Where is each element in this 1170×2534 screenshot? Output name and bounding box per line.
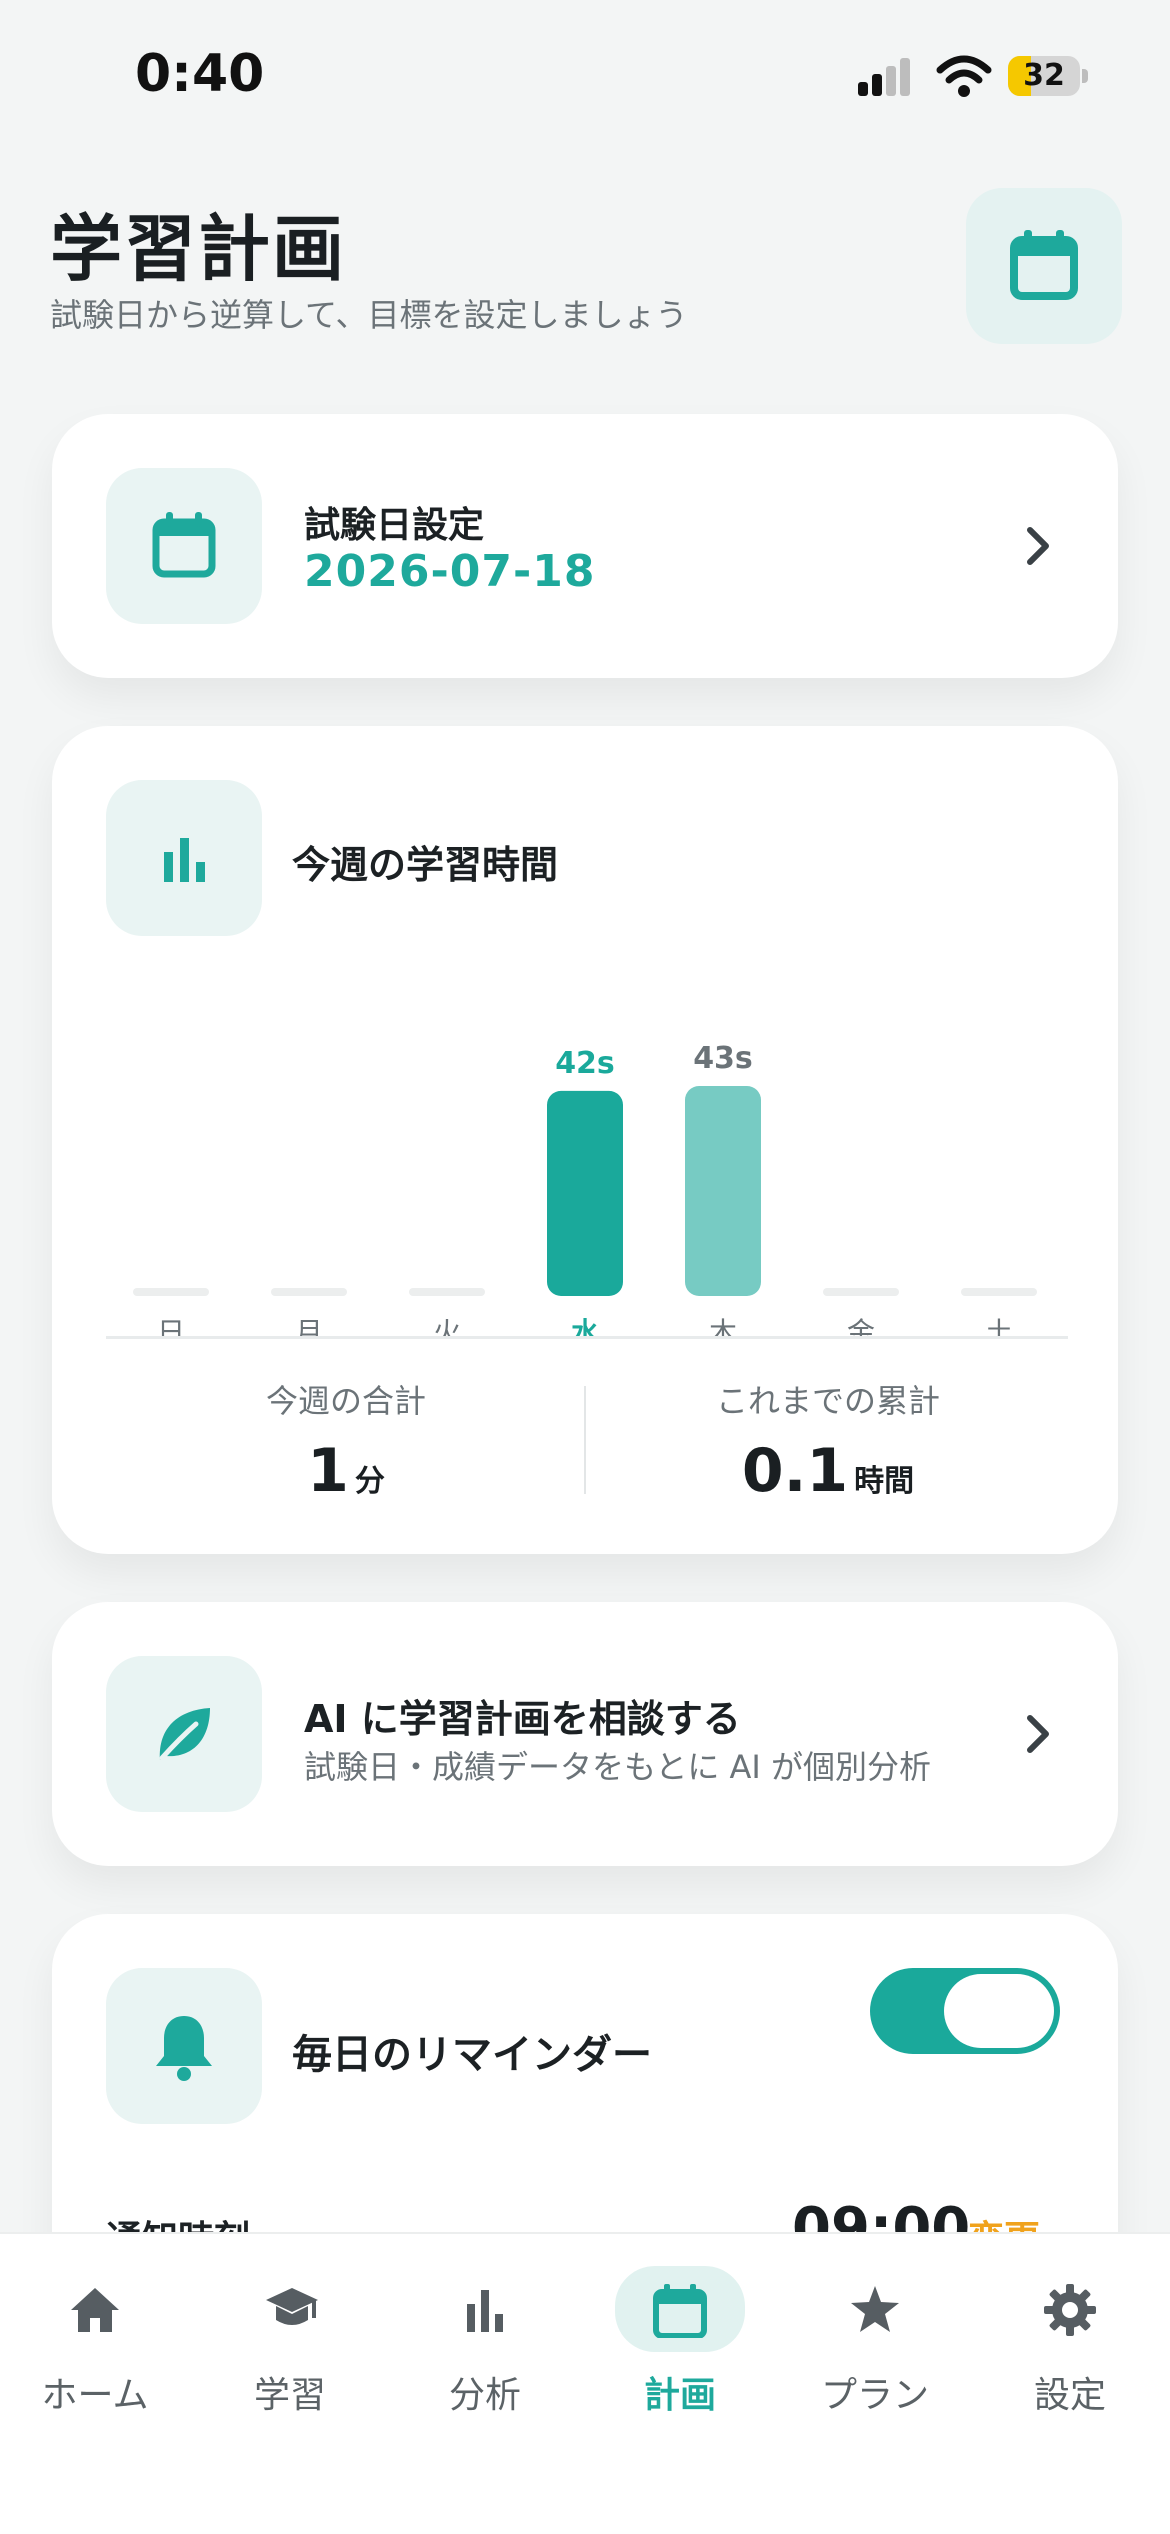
tab-home-label: ホーム	[41, 2375, 149, 2416]
wifi-icon	[936, 55, 992, 97]
cumulative-total-number: 0.1	[741, 1436, 849, 1506]
exam-date-label: 試験日設定	[304, 505, 485, 546]
exam-date-card[interactable]: 試験日設定 2026-07-18	[52, 414, 1118, 678]
tab-home-icon-wrap	[45, 2270, 145, 2346]
chevron-right-icon	[1027, 527, 1049, 565]
bottom-tab-bar: ホーム 学習 分析 計画 プラン 設定	[0, 2232, 1170, 2534]
battery-percent: 32	[1023, 58, 1065, 93]
cellular-signal-icon	[858, 58, 910, 96]
weekly-total: 今週の合計 1分	[106, 1376, 586, 1506]
chart-day-label: 金	[847, 1316, 875, 1336]
totals-separator	[584, 1386, 586, 1494]
chart-bar-empty	[271, 1288, 347, 1296]
weekly-bar-chart: 日 月 火 42s 水 43s 木 金 土	[133, 1041, 1037, 1336]
chart-bar-empty	[133, 1288, 209, 1296]
cumulative-total-label: これまでの累計	[715, 1382, 940, 1420]
battery-indicator: 32	[1008, 56, 1088, 96]
header-calendar-button[interactable]	[966, 188, 1122, 344]
chart-value-label: 42s	[555, 1046, 615, 1081]
chart-day-label: 水	[571, 1316, 600, 1336]
exam-date-value: 2026-07-18	[304, 546, 596, 597]
tab-plan-icon-wrap	[615, 2266, 745, 2352]
chart-bar-empty	[823, 1288, 899, 1296]
tab-home[interactable]: ホーム	[0, 2270, 190, 2420]
tab-plans-icon-wrap	[825, 2270, 925, 2346]
tab-plan[interactable]: 計画	[585, 2266, 775, 2420]
page-subtitle: 試験日から逆算して、目標を設定しましょう	[50, 296, 688, 334]
tab-study[interactable]: 学習	[195, 2270, 385, 2420]
tab-settings[interactable]: 設定	[975, 2270, 1165, 2420]
weekly-total-unit: 分	[354, 1464, 385, 1499]
tab-analysis-icon-wrap	[435, 2270, 535, 2346]
weekly-study-card: 今週の学習時間 日月火 42s 水 43s 木金土 今週の合計 1分 これまでの累計 0…	[52, 726, 1118, 1554]
tab-plans-label: プラン	[820, 2375, 929, 2416]
chevron-right-icon	[1027, 1715, 1049, 1753]
chart-day-label: 月	[295, 1316, 323, 1336]
ai-consult-title: AI に学習計画を相談する	[304, 1697, 741, 1741]
bar-chart-icon	[467, 2290, 503, 2332]
toggle-knob	[944, 1974, 1054, 2048]
reminder-toggle[interactable]	[870, 1968, 1060, 2054]
chart-day-label: 火	[433, 1316, 461, 1336]
cumulative-total-unit: 時間	[854, 1464, 915, 1499]
chart-value-label: 43s	[693, 1041, 753, 1076]
tab-settings-label: 設定	[1033, 2375, 1106, 2416]
weekly-total-value: 1分	[106, 1436, 586, 1506]
weekly-total-number: 1	[307, 1436, 349, 1506]
calendar-icon	[653, 2284, 707, 2338]
chart-day-label: 木	[709, 1316, 737, 1336]
ai-icon-box	[106, 1656, 262, 1812]
chart-bar-empty	[409, 1288, 485, 1296]
exam-icon-box	[106, 468, 262, 624]
cumulative-total: これまでの累計 0.1 時間	[588, 1376, 1068, 1506]
cumulative-total-value: 0.1 時間	[588, 1436, 1068, 1506]
battery-body: 32	[1008, 56, 1080, 96]
home-icon	[71, 2288, 119, 2332]
calendar-icon	[1010, 230, 1078, 300]
weekly-total-label: 今週の合計	[265, 1382, 426, 1420]
calendar-icon	[152, 512, 216, 578]
ai-consult-subtitle: 試験日・成績データをもとに AI が個別分析	[304, 1748, 932, 1786]
tab-analysis-label: 分析	[448, 2375, 521, 2416]
gear-icon	[1044, 2284, 1096, 2336]
bell-icon	[156, 2016, 212, 2081]
tab-plans[interactable]: プラン	[780, 2270, 970, 2420]
chart-divider	[106, 1336, 1068, 1339]
chart-day-label: 日	[157, 1316, 185, 1336]
tab-plan-label: 計画	[643, 2375, 716, 2416]
graduation-cap-icon	[266, 2288, 318, 2325]
status-bar: 0:40 32	[0, 0, 1170, 150]
page-title: 学習計画	[50, 207, 347, 291]
tab-study-icon-wrap	[240, 2270, 340, 2346]
leaf-icon	[159, 1708, 210, 1761]
chart-day-label: 土	[985, 1316, 1013, 1336]
chart-bar-empty	[961, 1288, 1037, 1296]
chart-bar	[685, 1086, 761, 1296]
tab-settings-icon-wrap	[1020, 2270, 1120, 2346]
battery-tip	[1082, 69, 1088, 83]
reminder-icon-box	[106, 1968, 262, 2124]
chart-bar	[547, 1090, 623, 1296]
status-time: 0:40	[135, 44, 265, 104]
tab-analysis[interactable]: 分析	[390, 2270, 580, 2420]
ai-consult-card[interactable]: AI に学習計画を相談する 試験日・成績データをもとに AI が個別分析	[52, 1602, 1118, 1866]
reminder-title: 毎日のリマインダー	[292, 2032, 652, 2078]
star-icon	[851, 2286, 899, 2332]
tab-study-label: 学習	[253, 2375, 326, 2416]
